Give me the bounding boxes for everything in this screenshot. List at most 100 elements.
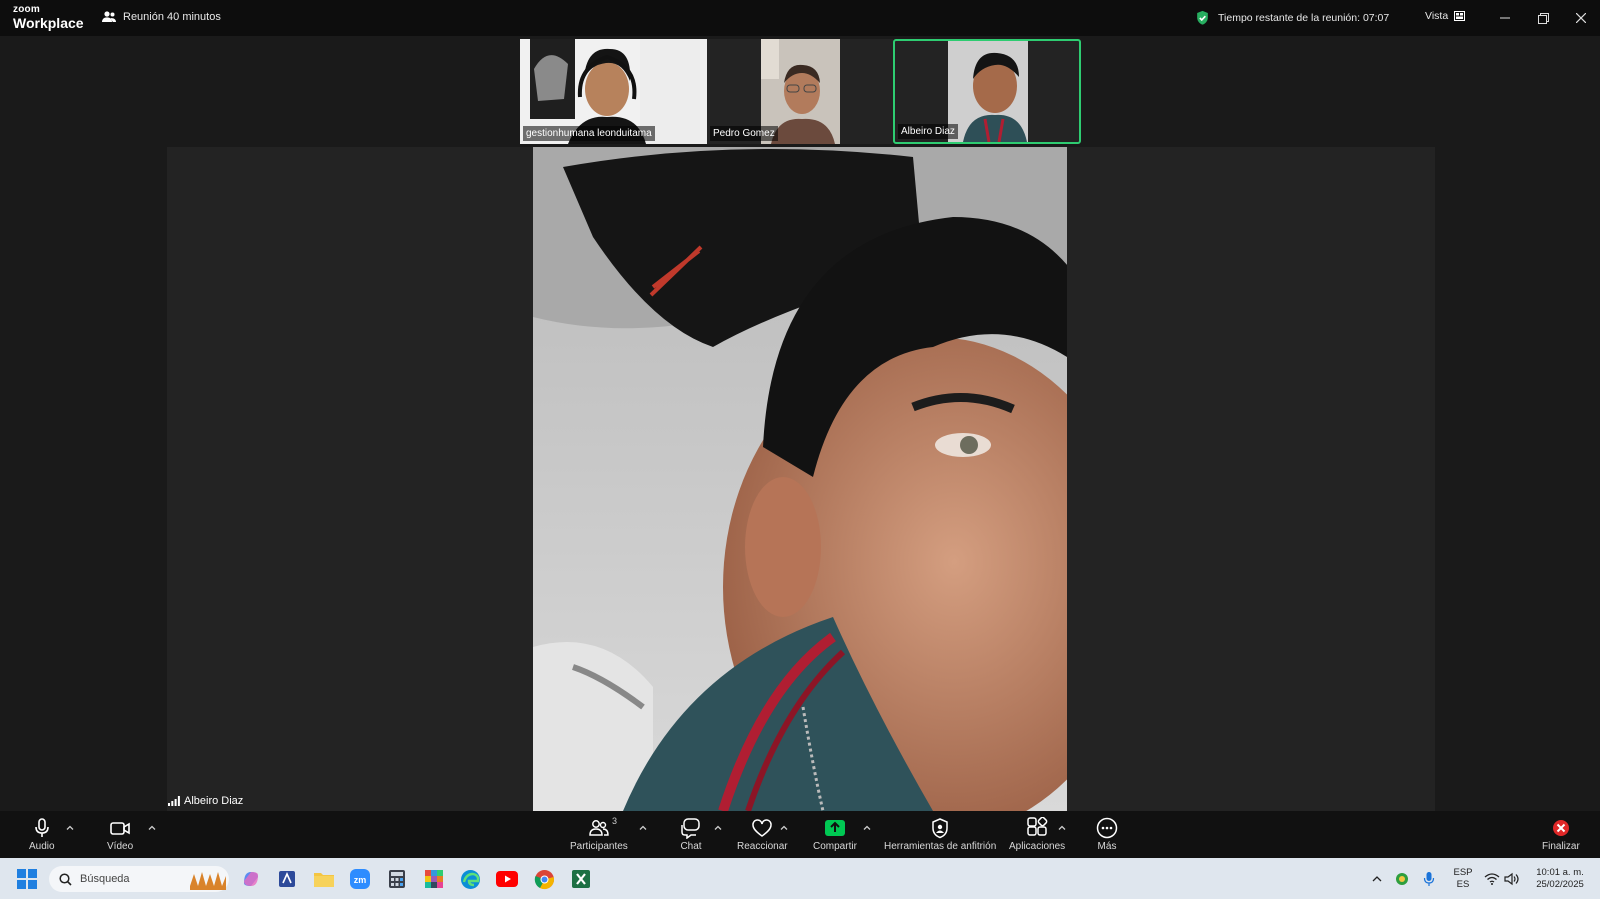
- participants-options-chevron-icon[interactable]: [638, 823, 648, 833]
- input-language-indicator[interactable]: ESP ES: [1451, 867, 1475, 891]
- volume-button[interactable]: [1499, 866, 1525, 892]
- apps-options-chevron-icon[interactable]: [1057, 823, 1067, 833]
- video-label: Vídeo: [107, 841, 134, 852]
- search-highlight-icon: [190, 872, 226, 890]
- end-label: Finalizar: [1542, 841, 1580, 852]
- zoom-app-window: zoom Workplace Reunión 40 minutos Tiempo…: [0, 0, 1600, 858]
- participant-thumbnail[interactable]: gestionhumana leonduitama: [520, 39, 707, 144]
- close-window-button[interactable]: [1571, 8, 1591, 28]
- audio-options-chevron-icon[interactable]: [65, 823, 75, 833]
- speaker-name-tag: Albeiro Diaz: [168, 795, 243, 807]
- end-meeting-button[interactable]: Finalizar: [1542, 817, 1580, 852]
- participants-label: Participantes: [570, 841, 628, 852]
- minimize-icon: [1500, 17, 1510, 19]
- restore-button[interactable]: [1533, 8, 1553, 28]
- view-button[interactable]: Vista: [1425, 10, 1466, 22]
- meeting-timer[interactable]: Tiempo restante de la reunión: 07:07: [1197, 10, 1389, 26]
- zoom-taskbar-app[interactable]: zm: [347, 866, 373, 892]
- logo-bottom-text: Workplace: [13, 15, 84, 31]
- edge-browser-app[interactable]: [457, 866, 483, 892]
- chrome-app[interactable]: [531, 866, 557, 892]
- end-x-icon: [1552, 820, 1569, 836]
- chat-options-chevron-icon[interactable]: [713, 823, 723, 833]
- more-label: Más: [1097, 841, 1117, 852]
- microphone-icon: [34, 818, 49, 837]
- participant-name: gestionhumana leonduitama: [523, 126, 655, 141]
- task-view-app[interactable]: [274, 866, 300, 892]
- meeting-info-button[interactable]: Reunión 40 minutos: [101, 10, 221, 24]
- tray-app-button[interactable]: [1389, 866, 1415, 892]
- security-shield-icon: [1197, 10, 1208, 25]
- participant-thumbnail-active[interactable]: Albeiro Diaz: [893, 39, 1081, 144]
- host-tools-button[interactable]: Herramientas de anfitrión: [884, 817, 996, 852]
- start-button[interactable]: [14, 866, 40, 892]
- participants-button[interactable]: Participantes: [570, 817, 628, 852]
- signal-strength-icon: [168, 796, 180, 806]
- copilot-app[interactable]: [238, 866, 264, 892]
- participants-icon: [589, 820, 609, 836]
- title-bar: zoom Workplace Reunión 40 minutos Tiempo…: [0, 0, 1600, 36]
- participant-thumbnail[interactable]: Pedro Gomez: [707, 39, 893, 144]
- view-label: Vista: [1425, 10, 1449, 22]
- photos-app[interactable]: [421, 866, 447, 892]
- host-tools-label: Herramientas de anfitrión: [884, 841, 997, 852]
- video-options-chevron-icon[interactable]: [147, 823, 157, 833]
- react-options-chevron-icon[interactable]: [779, 823, 789, 833]
- people-icon: [102, 11, 116, 22]
- meeting-controls-toolbar: Audio Vídeo Participantes 3 Chat Reaccio…: [0, 811, 1600, 858]
- microphone-tray-button[interactable]: [1416, 866, 1442, 892]
- wifi-icon: [1484, 873, 1500, 885]
- show-hidden-icons-button[interactable]: [1364, 866, 1390, 892]
- folder-icon: [314, 873, 334, 887]
- windows-logo-icon: [17, 869, 37, 889]
- apps-label: Aplicaciones: [1009, 841, 1066, 852]
- zoom-logo: zoom Workplace: [13, 4, 84, 31]
- chat-button[interactable]: Chat: [680, 817, 702, 852]
- youtube-app[interactable]: [494, 866, 520, 892]
- taskbar-search[interactable]: [49, 866, 229, 892]
- share-options-chevron-icon[interactable]: [862, 823, 872, 833]
- app-window-icon: [279, 871, 295, 887]
- apps-grid-icon: [1027, 817, 1048, 836]
- keyboard-layout-code: ES: [1456, 879, 1470, 890]
- speaker-video-frame: [533, 147, 1067, 811]
- meeting-title: Reunión 40 minutos: [123, 11, 221, 23]
- language-code: ESP: [1453, 867, 1473, 878]
- calculator-app[interactable]: [384, 866, 410, 892]
- share-screen-button[interactable]: Compartir: [813, 817, 857, 852]
- chevron-up-icon: [1372, 876, 1382, 882]
- search-input[interactable]: [80, 873, 180, 885]
- video-button[interactable]: Vídeo: [107, 817, 133, 852]
- participants-count: 3: [612, 816, 618, 826]
- participant-name: Pedro Gomez: [710, 126, 778, 141]
- chat-bubble-icon: [681, 818, 700, 839]
- windows-taskbar: zm: [0, 858, 1600, 899]
- minimize-button[interactable]: [1495, 8, 1515, 28]
- share-arrow-icon: [824, 820, 845, 836]
- speaker-name: Albeiro Diaz: [184, 795, 244, 807]
- youtube-play-icon: [496, 871, 518, 887]
- more-button[interactable]: Más: [1096, 817, 1118, 852]
- clock-time: 10:01 a. m.: [1536, 867, 1584, 878]
- clock-date: 25/02/2025: [1536, 879, 1584, 890]
- audio-button[interactable]: Audio: [29, 817, 55, 852]
- heart-icon: [752, 819, 773, 837]
- microphone-icon: [1423, 872, 1435, 886]
- chrome-icon: [534, 869, 554, 889]
- timer-text: Tiempo restante de la reunión: 07:07: [1218, 12, 1390, 24]
- excel-app[interactable]: [568, 866, 594, 892]
- file-explorer-app[interactable]: [311, 866, 337, 892]
- participant-name: Albeiro Diaz: [898, 124, 958, 139]
- restore-icon: [1537, 12, 1549, 24]
- mosaic-icon: [425, 870, 443, 888]
- more-ellipsis-icon: [1096, 817, 1118, 839]
- active-speaker-stage: [167, 147, 1435, 811]
- close-icon: [1576, 13, 1586, 23]
- chat-label: Chat: [680, 841, 702, 852]
- edge-icon: [460, 869, 480, 889]
- share-label: Compartir: [813, 841, 857, 852]
- host-shield-icon: [932, 818, 948, 839]
- logo-top-text: zoom: [13, 4, 40, 15]
- clock[interactable]: 10:01 a. m. 25/02/2025: [1525, 867, 1595, 891]
- active-speaker-video: [533, 147, 1067, 811]
